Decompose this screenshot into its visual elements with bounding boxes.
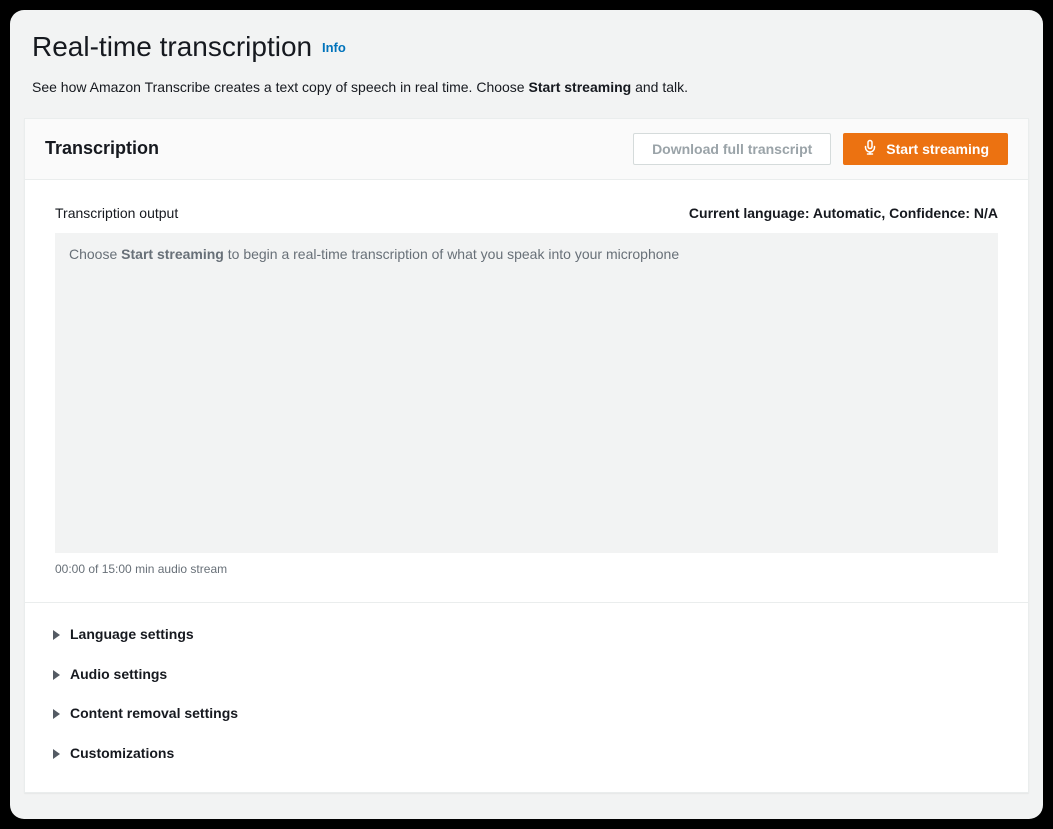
- chevron-right-icon: [53, 630, 60, 640]
- download-transcript-button[interactable]: Download full transcript: [633, 133, 831, 165]
- transcription-output: Choose Start streaming to begin a real-t…: [55, 233, 998, 553]
- placeholder-pre: Choose: [69, 246, 121, 262]
- language-settings-label: Language settings: [70, 625, 194, 645]
- panel-header: Transcription Download full transcript: [25, 119, 1028, 180]
- audio-settings-label: Audio settings: [70, 665, 167, 685]
- settings-sections: Language settings Audio settings Content…: [25, 602, 1028, 791]
- subtitle-bold: Start streaming: [528, 79, 631, 95]
- panel-body: Transcription output Current language: A…: [25, 180, 1028, 578]
- audio-settings-expander[interactable]: Audio settings: [53, 655, 1000, 695]
- output-label: Transcription output: [55, 204, 178, 224]
- content-removal-settings-expander[interactable]: Content removal settings: [53, 694, 1000, 734]
- start-streaming-button[interactable]: Start streaming: [843, 133, 1008, 165]
- language-confidence: Current language: Automatic, Confidence:…: [689, 204, 998, 224]
- placeholder-bold: Start streaming: [121, 246, 224, 262]
- download-transcript-label: Download full transcript: [652, 141, 812, 157]
- info-link[interactable]: Info: [322, 40, 346, 55]
- customizations-expander[interactable]: Customizations: [53, 734, 1000, 774]
- subtitle-pre: See how Amazon Transcribe creates a text…: [32, 79, 528, 95]
- page-header: Real-time transcription Info See how Ama…: [24, 22, 1029, 98]
- panel-title: Transcription: [45, 136, 159, 161]
- panel-actions: Download full transcript Start streaming: [633, 133, 1008, 165]
- conf-prefix: , Confidence:: [881, 205, 974, 221]
- stream-timer: 00:00 of 15:00 min audio stream: [55, 561, 998, 578]
- chevron-right-icon: [53, 749, 60, 759]
- placeholder-post: to begin a real-time transcription of wh…: [224, 246, 679, 262]
- chevron-right-icon: [53, 709, 60, 719]
- microphone-icon: [862, 139, 878, 158]
- language-settings-expander[interactable]: Language settings: [53, 615, 1000, 655]
- content-removal-settings-label: Content removal settings: [70, 704, 238, 724]
- page-subtitle: See how Amazon Transcribe creates a text…: [32, 78, 1021, 98]
- chevron-right-icon: [53, 670, 60, 680]
- subtitle-post: and talk.: [631, 79, 688, 95]
- output-header: Transcription output Current language: A…: [55, 204, 998, 224]
- start-streaming-label: Start streaming: [886, 141, 989, 157]
- customizations-label: Customizations: [70, 744, 174, 764]
- current-language: Automatic: [813, 205, 881, 221]
- confidence-value: N/A: [974, 205, 998, 221]
- transcription-panel: Transcription Download full transcript: [24, 118, 1029, 793]
- page-title: Real-time transcription: [32, 31, 312, 62]
- lang-prefix: Current language:: [689, 205, 813, 221]
- page-root: Real-time transcription Info See how Ama…: [10, 10, 1043, 819]
